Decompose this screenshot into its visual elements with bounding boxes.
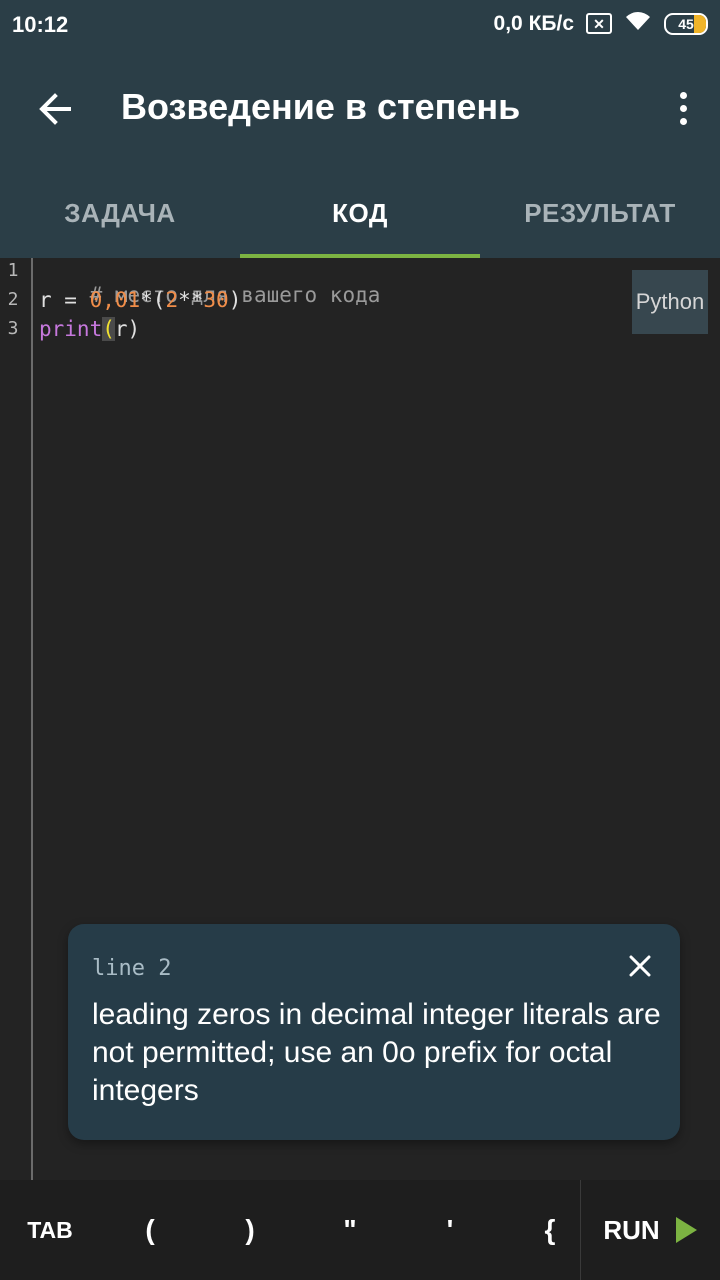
- play-icon: [675, 1217, 697, 1243]
- key-tab[interactable]: TAB: [0, 1180, 100, 1280]
- code-line[interactable]: r = 0,01*(2**30): [39, 288, 241, 312]
- close-icon: [629, 955, 651, 977]
- code-token: r: [114, 317, 128, 341]
- back-button[interactable]: [28, 82, 82, 136]
- key-right-paren[interactable]: ): [200, 1180, 300, 1280]
- more-vertical-icon: [679, 91, 687, 99]
- code-number: 2: [165, 288, 179, 312]
- more-options-button[interactable]: [668, 84, 698, 132]
- code-token: ): [127, 317, 141, 341]
- language-selector[interactable]: Python: [632, 270, 708, 334]
- error-line: line 2: [92, 956, 172, 981]
- error-message: leading zeros in decimal integer literal…: [92, 998, 661, 1107]
- battery-icon: 45: [664, 12, 708, 35]
- close-error-button[interactable]: [624, 950, 656, 982]
- sim-x-icon: ✕: [586, 13, 612, 34]
- code-number: 30: [203, 288, 229, 312]
- run-button[interactable]: RUN: [581, 1180, 720, 1280]
- line-number: 2: [7, 289, 19, 310]
- network-speed: 0,0 КБ/с: [493, 11, 574, 35]
- key-left-paren[interactable]: (: [100, 1180, 200, 1280]
- arrow-left-icon: [39, 93, 71, 125]
- status-icons: 0,0 КБ/с ✕ 45: [494, 10, 708, 37]
- tab-result[interactable]: РЕЗУЛЬТАТ: [480, 168, 720, 258]
- battery-fill: [694, 14, 706, 33]
- status-time: 10:12: [12, 12, 69, 37]
- page-title: Возведение в степень: [121, 86, 521, 127]
- code-keyword: print: [39, 317, 103, 341]
- status-bar: 10:12 0,0 КБ/с ✕ 45: [0, 0, 720, 50]
- tab-task[interactable]: ЗАДАЧА: [0, 168, 240, 258]
- code-token: r =: [39, 288, 90, 312]
- code-number: 0,01: [89, 288, 141, 312]
- tab-bar: ЗАДАЧА КОД РЕЗУЛЬТАТ: [0, 168, 720, 258]
- key-single-quote[interactable]: ': [400, 1180, 500, 1280]
- app-bar: Возведение в степень: [0, 50, 720, 168]
- code-line[interactable]: print(r): [39, 317, 140, 341]
- line-number-gutter: 1 2 3: [0, 258, 33, 1180]
- tab-code[interactable]: КОД: [240, 168, 480, 258]
- error-popup: line 2 leading zeros in decimal integer …: [68, 924, 680, 1140]
- wifi-icon: [624, 10, 652, 37]
- run-label: RUN: [603, 1214, 660, 1245]
- line-number: 3: [7, 318, 19, 339]
- key-double-quote[interactable]: ": [300, 1180, 400, 1280]
- line-number: 1: [7, 260, 19, 281]
- battery-level: 45: [678, 15, 694, 32]
- code-token: *(: [140, 288, 166, 312]
- keyboard-helper-bar: TAB ( ) " ' { RUN: [0, 1180, 720, 1280]
- code-token: ): [228, 288, 242, 312]
- matched-bracket: (: [102, 317, 115, 341]
- code-token: **: [178, 288, 204, 312]
